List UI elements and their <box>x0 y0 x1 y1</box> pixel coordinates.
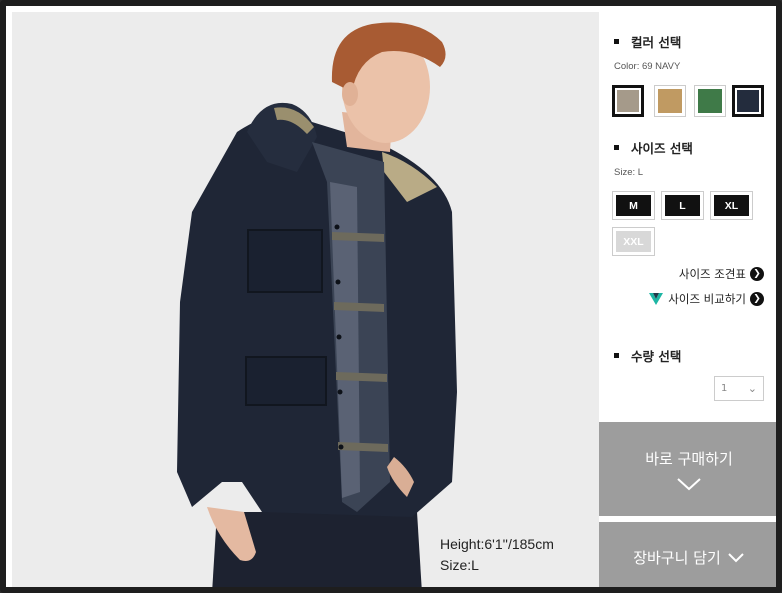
add-to-cart-button[interactable]: 장바구니 담기 <box>599 522 776 587</box>
model-illustration <box>12 12 599 587</box>
selected-color-label: Color: 69 NAVY <box>614 61 681 72</box>
app-frame: Height:6'1''/185cm Size:L 컬러 선택 Color: 6… <box>0 0 782 593</box>
color-swatch-green[interactable] <box>694 85 726 117</box>
model-size: Size:L <box>440 557 479 573</box>
color-swatch-beige[interactable] <box>612 85 644 117</box>
size-option-l[interactable]: L <box>661 191 704 220</box>
size-compare-link[interactable]: 사이즈 비교하기 ❯ <box>648 291 764 307</box>
color-section-title: 컬러 선택 <box>614 32 681 51</box>
bullet-icon <box>614 353 619 358</box>
size-option-m[interactable]: M <box>612 191 655 220</box>
color-swatch-tan[interactable] <box>654 85 686 117</box>
size-chart-link[interactable]: 사이즈 조견표 ❯ <box>679 266 764 282</box>
chevron-down-icon <box>677 478 701 491</box>
bullet-icon <box>614 39 619 44</box>
quantity-section-title: 수량 선택 <box>614 346 681 365</box>
size-option-xl[interactable]: XL <box>710 191 753 220</box>
size-section-title: 사이즈 선택 <box>614 138 693 157</box>
size-option-xxl: XXL <box>612 227 655 256</box>
model-info-caption: Height:6'1''/185cm Size:L <box>440 534 554 576</box>
quantity-select[interactable]: 1 ⌄ <box>714 376 764 401</box>
chevron-right-icon: ❯ <box>750 292 764 306</box>
chevron-right-icon: ❯ <box>750 267 764 281</box>
product-photo: Height:6'1''/185cm Size:L <box>12 12 599 587</box>
selected-size-label: Size: L <box>614 167 644 178</box>
chevron-down-icon <box>728 553 744 563</box>
model-height: Height:6'1''/185cm <box>440 536 554 552</box>
color-swatch-navy[interactable] <box>732 85 764 117</box>
options-panel: 컬러 선택 Color: 69 NAVY 사이즈 선택 Size: L M L … <box>599 12 776 587</box>
compare-logo-icon <box>649 293 664 305</box>
chevron-down-icon: ⌄ <box>747 382 757 395</box>
bullet-icon <box>614 145 619 150</box>
buy-now-button[interactable]: 바로 구매하기 <box>599 422 776 516</box>
